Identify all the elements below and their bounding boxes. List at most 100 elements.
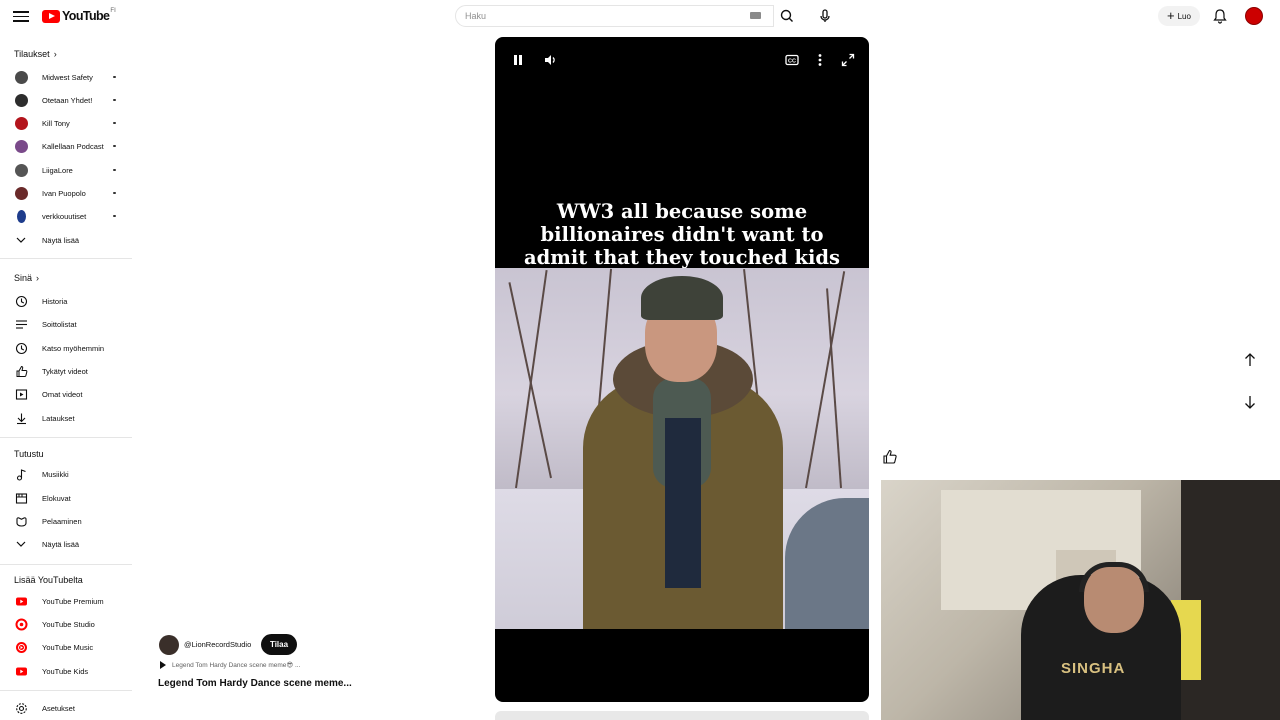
search-button[interactable] xyxy=(776,5,798,27)
sidebar-item-liigalore[interactable]: LiigaLore xyxy=(0,159,130,181)
menu-icon[interactable] xyxy=(12,8,30,24)
new-content-dot xyxy=(113,191,116,195)
arrow-down-icon xyxy=(1245,396,1255,409)
you-heading[interactable]: Sinä › xyxy=(14,273,39,283)
channel-avatar[interactable] xyxy=(159,635,179,655)
logo-text: YouTube xyxy=(62,9,110,23)
sidebar-item-label: Kill Tony xyxy=(42,118,70,128)
divider xyxy=(0,564,132,565)
sidebar-item-kill-tony[interactable]: Kill Tony xyxy=(0,112,130,134)
sidebar-item-history[interactable]: Historia xyxy=(0,290,130,312)
chevron-right-icon: › xyxy=(53,49,57,59)
webcam-overlay: SINGHA xyxy=(881,480,1280,720)
sidebar-item-label: Otetaan Yhdet! xyxy=(42,95,93,105)
search-placeholder: Haku xyxy=(465,11,487,21)
more-title: Lisää YouTubelta xyxy=(14,575,83,585)
new-content-dot xyxy=(113,98,116,102)
sidebar: Tilaukset › Midwest Safety Otetaan Yhdet… xyxy=(0,40,132,720)
sidebar-item-gaming[interactable]: Pelaaminen xyxy=(0,510,130,532)
thumbs-up-icon xyxy=(883,449,897,464)
sidebar-item-label: YouTube Premium xyxy=(42,596,104,606)
volume-icon[interactable] xyxy=(542,52,558,68)
sidebar-item-settings[interactable]: Asetukset xyxy=(0,697,130,719)
sidebar-item-label: Soittolistat xyxy=(42,319,77,329)
keyboard-icon[interactable] xyxy=(750,12,761,19)
channel-avatar xyxy=(14,163,28,177)
sidebar-item-label: Midwest Safety xyxy=(42,72,93,82)
channel-handle[interactable]: @LionRecordStudio xyxy=(184,640,251,649)
subscriptions-title: Tilaukset xyxy=(14,49,50,59)
sidebar-item-midwest-safety[interactable]: Midwest Safety xyxy=(0,66,130,88)
captions-icon[interactable]: CC xyxy=(784,52,800,68)
music-icon xyxy=(14,467,28,481)
sidebar-item-your-videos[interactable]: Omat videot xyxy=(0,383,130,405)
chevron-down-icon xyxy=(14,537,28,551)
explore-heading: Tutustu xyxy=(14,449,44,459)
sidebar-item-watch-later[interactable]: Katso myöhemmin xyxy=(0,337,130,359)
history-icon xyxy=(14,294,28,308)
svg-text:CC: CC xyxy=(788,59,796,65)
sidebar-item-label: Katso myöhemmin xyxy=(42,343,105,353)
downloads-icon xyxy=(14,411,28,425)
new-content-dot xyxy=(113,144,116,148)
sidebar-item-label: Asetukset xyxy=(42,703,75,713)
youtube-logo[interactable]: YouTube FI xyxy=(42,8,116,23)
sidebar-item-music[interactable]: Musiikki xyxy=(0,463,130,485)
logo-country: FI xyxy=(110,8,116,14)
top-bar: YouTube FI Haku + Luo xyxy=(0,0,1280,32)
chevron-right-icon: › xyxy=(36,273,40,283)
sidebar-item-label: YouTube Studio xyxy=(42,619,95,629)
more-vert-icon[interactable] xyxy=(812,52,828,68)
search-input[interactable]: Haku xyxy=(455,5,774,27)
fullscreen-icon[interactable] xyxy=(840,52,856,68)
sidebar-item-playlists[interactable]: Soittolistat xyxy=(0,313,130,335)
pause-icon[interactable] xyxy=(510,52,526,68)
create-button[interactable]: + Luo xyxy=(1158,6,1200,26)
audio-track-link[interactable]: Legend Tom Hardy Dance scene meme😎 ... xyxy=(160,661,300,669)
subscribe-button[interactable]: Tilaa xyxy=(261,634,297,655)
sidebar-item-otetaan-yhdet[interactable]: Otetaan Yhdet! xyxy=(0,89,130,111)
sidebar-item-youtube-music[interactable]: YouTube Music xyxy=(0,636,130,658)
sidebar-item-label: verkkouutiset xyxy=(42,211,87,221)
sidebar-item-label: LiigaLore xyxy=(42,165,73,175)
channel-avatar xyxy=(14,186,28,200)
account-avatar[interactable] xyxy=(1245,7,1263,25)
play-icon xyxy=(160,661,166,669)
previous-short-button[interactable] xyxy=(1239,349,1261,371)
sidebar-item-youtube-studio[interactable]: YouTube Studio xyxy=(0,613,130,635)
sidebar-item-label: YouTube Music xyxy=(42,642,94,652)
notifications-button[interactable] xyxy=(1211,7,1229,25)
show-more-label: Näytä lisää xyxy=(42,235,80,245)
shorts-video-player[interactable]: CC WW3 all because some billionaires did… xyxy=(495,37,869,702)
sidebar-item-ivan-puopolo[interactable]: Ivan Puopolo xyxy=(0,182,130,204)
voice-search-button[interactable] xyxy=(814,5,836,27)
sidebar-item-verkkouutiset[interactable]: verkkouutiset xyxy=(0,205,130,227)
video-title[interactable]: Legend Tom Hardy Dance scene meme... xyxy=(158,678,352,689)
divider xyxy=(0,690,132,691)
youtube-premium-icon xyxy=(14,594,28,608)
next-short-preview[interactable] xyxy=(495,711,869,720)
sidebar-item-kallellaan-podcast[interactable]: Kallellaan Podcast xyxy=(0,135,130,157)
video-frame xyxy=(495,268,869,629)
new-content-dot xyxy=(113,75,116,79)
watch-later-icon xyxy=(14,341,28,355)
new-content-dot xyxy=(113,168,116,172)
show-more-explore[interactable]: Näytä lisää xyxy=(0,533,130,555)
your-videos-icon xyxy=(14,387,28,401)
sidebar-item-youtube-kids[interactable]: YouTube Kids xyxy=(0,660,130,682)
sidebar-item-downloads[interactable]: Lataukset xyxy=(0,407,130,429)
like-button[interactable] xyxy=(880,447,900,467)
new-content-dot xyxy=(113,121,116,125)
channel-avatar xyxy=(14,116,28,130)
subscriptions-heading[interactable]: Tilaukset › xyxy=(14,49,57,59)
next-short-button[interactable] xyxy=(1239,391,1261,413)
sidebar-item-youtube-premium[interactable]: YouTube Premium xyxy=(0,590,130,612)
sidebar-item-label: Musiikki xyxy=(42,469,69,479)
gaming-icon xyxy=(14,514,28,528)
show-more-subscriptions[interactable]: Näytä lisää xyxy=(0,229,130,251)
sidebar-item-label: Omat videot xyxy=(42,389,83,399)
channel-avatar xyxy=(14,70,28,84)
channel-avatar xyxy=(14,93,28,107)
sidebar-item-movies[interactable]: Elokuvat xyxy=(0,487,130,509)
sidebar-item-liked-videos[interactable]: Tykätyt videot xyxy=(0,360,130,382)
